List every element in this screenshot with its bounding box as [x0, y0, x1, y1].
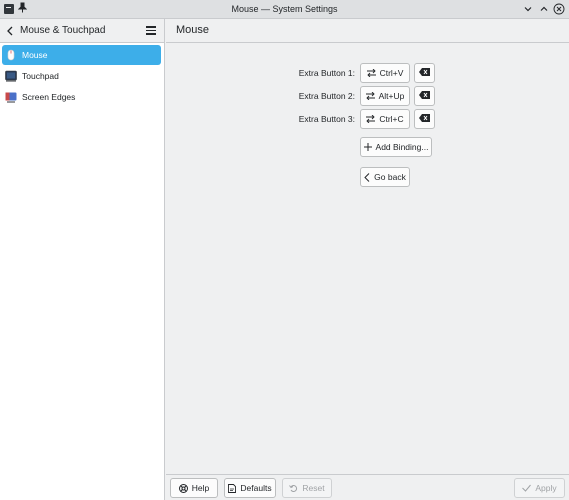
- hamburger-menu-icon[interactable]: [146, 26, 156, 35]
- reset-label: Reset: [302, 483, 325, 493]
- sidebar-item-mouse[interactable]: Mouse: [2, 45, 161, 65]
- page-title: Mouse: [176, 24, 210, 36]
- backspace-icon: [419, 91, 430, 101]
- binding-row: Extra Button 3: Ctrl+C: [166, 109, 569, 129]
- apply-button[interactable]: Apply: [514, 478, 565, 498]
- undo-icon: [289, 484, 298, 493]
- add-binding-button[interactable]: Add Binding...: [360, 137, 432, 157]
- minimize-button[interactable]: [522, 3, 534, 15]
- go-back-label: Go back: [374, 172, 406, 182]
- mouse-icon: [5, 49, 17, 61]
- sidebar-item-label: Touchpad: [22, 71, 59, 81]
- add-binding-label: Add Binding...: [375, 142, 429, 152]
- defaults-button[interactable]: Defaults: [224, 478, 276, 498]
- back-chevron-icon[interactable]: [6, 25, 14, 37]
- close-button[interactable]: [553, 3, 565, 15]
- chevron-left-icon: [364, 172, 370, 182]
- reset-button[interactable]: Reset: [282, 478, 332, 498]
- backspace-icon: [419, 68, 430, 78]
- sidebar-item-touchpad[interactable]: Touchpad: [2, 66, 161, 86]
- sidebar-title: Mouse & Touchpad: [20, 25, 106, 36]
- sidebar-item-label: Mouse: [22, 50, 48, 60]
- help-icon: [178, 483, 188, 493]
- swap-arrows-icon: [366, 69, 376, 77]
- swap-arrows-icon: [365, 92, 375, 100]
- apply-label: Apply: [535, 483, 557, 493]
- sidebar: Mouse & Touchpad Mouse Touchpad Screen E…: [0, 19, 165, 500]
- sidebar-item-screen-edges[interactable]: Screen Edges: [2, 87, 161, 107]
- key-sequence-button[interactable]: Ctrl+C: [360, 109, 410, 129]
- key-sequence-label: Ctrl+C: [379, 114, 404, 124]
- help-button[interactable]: Help: [170, 478, 218, 498]
- checkmark-icon: [522, 484, 532, 492]
- swap-arrows-icon: [366, 115, 376, 123]
- binding-row: Extra Button 1: Ctrl+V: [166, 63, 569, 83]
- binding-row: Extra Button 2: Alt+Up: [166, 86, 569, 106]
- window-title: Mouse — System Settings: [231, 4, 338, 14]
- key-sequence-button[interactable]: Alt+Up: [360, 86, 410, 106]
- main-header: Mouse: [166, 19, 569, 43]
- defaults-label: Defaults: [240, 483, 272, 493]
- clear-binding-button[interactable]: [414, 86, 435, 106]
- binding-label: Extra Button 1:: [298, 68, 355, 78]
- document-icon: [228, 483, 237, 493]
- sidebar-item-label: Screen Edges: [22, 92, 76, 102]
- main-panel: Mouse Extra Button 1: Ctrl+V Extra Butto…: [166, 19, 569, 500]
- key-sequence-label: Ctrl+V: [379, 68, 404, 78]
- backspace-icon: [419, 114, 430, 124]
- screen-edges-icon: [5, 91, 17, 103]
- nav-list: Mouse Touchpad Screen Edges: [0, 43, 164, 107]
- touchpad-icon: [5, 70, 17, 82]
- window-titlebar: Mouse — System Settings: [0, 0, 569, 19]
- help-label: Help: [191, 483, 210, 493]
- plus-icon: [363, 143, 372, 151]
- clear-binding-button[interactable]: [414, 63, 435, 83]
- sidebar-header: Mouse & Touchpad: [0, 19, 164, 43]
- binding-label: Extra Button 2:: [298, 91, 355, 101]
- binding-label: Extra Button 3:: [298, 114, 355, 124]
- key-sequence-button[interactable]: Ctrl+V: [360, 63, 410, 83]
- maximize-button[interactable]: [538, 3, 550, 15]
- go-back-button[interactable]: Go back: [360, 167, 410, 187]
- clear-binding-button[interactable]: [414, 109, 435, 129]
- footer-bar: Help Defaults Reset Apply: [166, 474, 569, 500]
- key-sequence-label: Alt+Up: [378, 91, 405, 101]
